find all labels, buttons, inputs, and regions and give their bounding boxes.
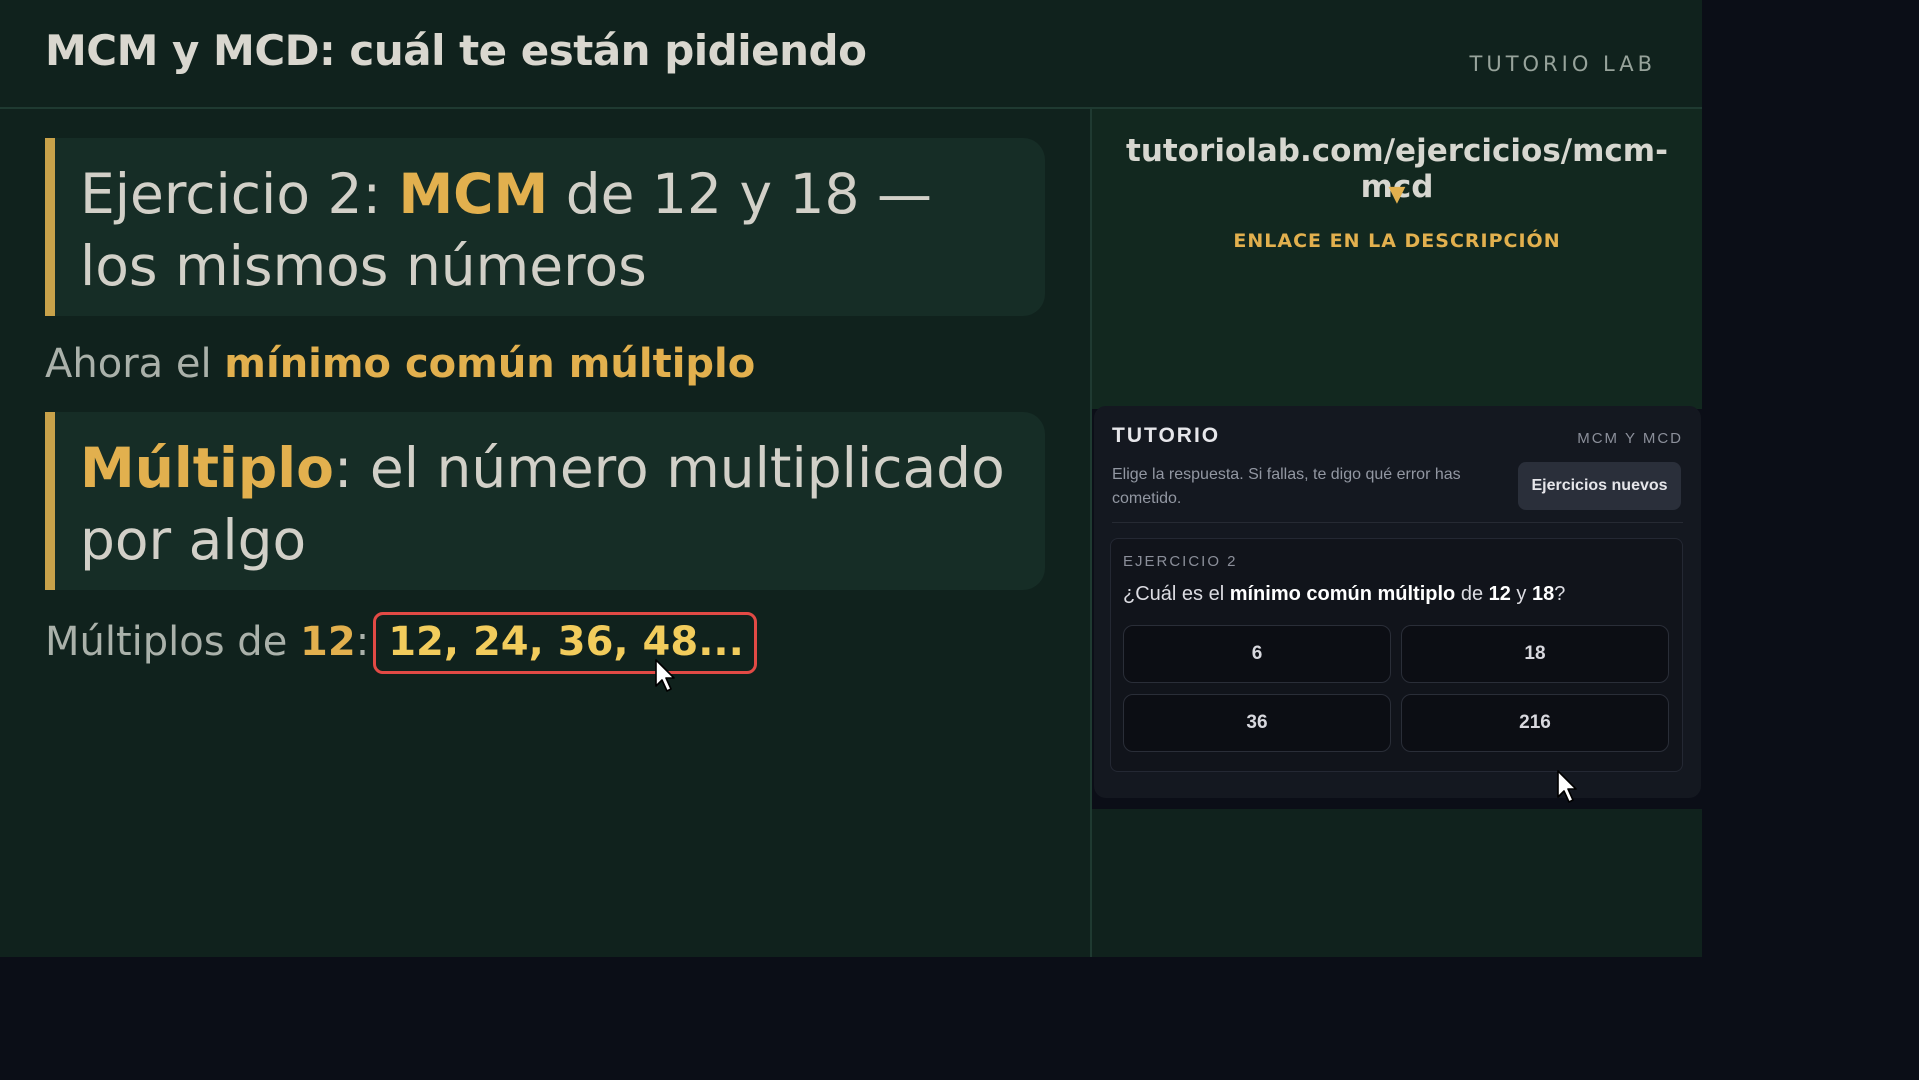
- tutor-widget: TUTORIO MCM Y MCD Elige la respuesta. Si…: [1094, 406, 1701, 798]
- multiples-number: 12: [300, 619, 356, 665]
- brand-label: TUTORIO LAB: [1469, 52, 1656, 76]
- exercise-card-prefix: Ejercicio 2:: [80, 162, 399, 226]
- lesson-column: Ejercicio 2: MCM de 12 y 18 — los mismos…: [0, 109, 1090, 957]
- answer-option-216[interactable]: 216: [1401, 694, 1669, 752]
- down-arrow-icon: ▼: [1388, 182, 1406, 207]
- multiples-colon: :: [355, 619, 370, 665]
- exercise-card-highlight: MCM: [398, 162, 549, 226]
- widget-description: Elige la respuesta. Si fallas, te digo q…: [1112, 466, 1461, 507]
- lesson-line-now-highlight: mínimo común múltiplo: [224, 341, 756, 387]
- multiples-prefix: Múltiplos de: [45, 619, 301, 665]
- question-text: y: [1510, 583, 1532, 605]
- definition-term: Múltiplo: [80, 436, 334, 500]
- question-number-b: 18: [1532, 583, 1555, 605]
- exercise-question: ¿Cuál es el mínimo común múltiplo de 12 …: [1123, 583, 1565, 606]
- question-text: ¿Cuál es el: [1123, 583, 1230, 605]
- page-title: MCM y MCD: cuál te están pidiendo: [45, 26, 867, 75]
- lesson-line-now-prefix: Ahora el: [45, 341, 225, 387]
- widget-title: TUTORIO: [1112, 424, 1221, 447]
- lesson-line-multiples: Múltiplos de 12: 12, 24, 36, 48...: [45, 612, 757, 674]
- mouse-cursor-icon: [655, 659, 675, 692]
- answer-option-36[interactable]: 36: [1123, 694, 1391, 752]
- widget-separator: [1112, 522, 1683, 523]
- definition-card: Múltiplo: el número multiplicado por alg…: [45, 412, 1045, 590]
- question-number-a: 12: [1488, 583, 1511, 605]
- question-term: mínimo común múltiplo: [1229, 583, 1456, 605]
- answer-option-6[interactable]: 6: [1123, 625, 1391, 683]
- multiples-highlight-box: 12, 24, 36, 48...: [373, 612, 757, 674]
- widget-topic: MCM Y MCD: [1577, 430, 1683, 447]
- mouse-cursor-icon: [1557, 770, 1577, 803]
- answer-option-18[interactable]: 18: [1401, 625, 1669, 683]
- lesson-line-now: Ahora el mínimo común múltiplo: [45, 341, 755, 387]
- exercise-label: EJERCICIO 2: [1123, 553, 1238, 570]
- exercise-panel: EJERCICIO 2 ¿Cuál es el mínimo común múl…: [1110, 538, 1683, 772]
- link-note: ENLACE EN LA DESCRIPCIÓN: [1233, 230, 1561, 252]
- top-bar: MCM y MCD: cuál te están pidiendo TUTORI…: [0, 0, 1702, 109]
- new-exercises-button[interactable]: Ejercicios nuevos: [1518, 462, 1681, 510]
- exercise-card: Ejercicio 2: MCM de 12 y 18 — los mismos…: [45, 138, 1045, 316]
- question-text: ?: [1554, 583, 1566, 605]
- question-text: de: [1455, 583, 1489, 605]
